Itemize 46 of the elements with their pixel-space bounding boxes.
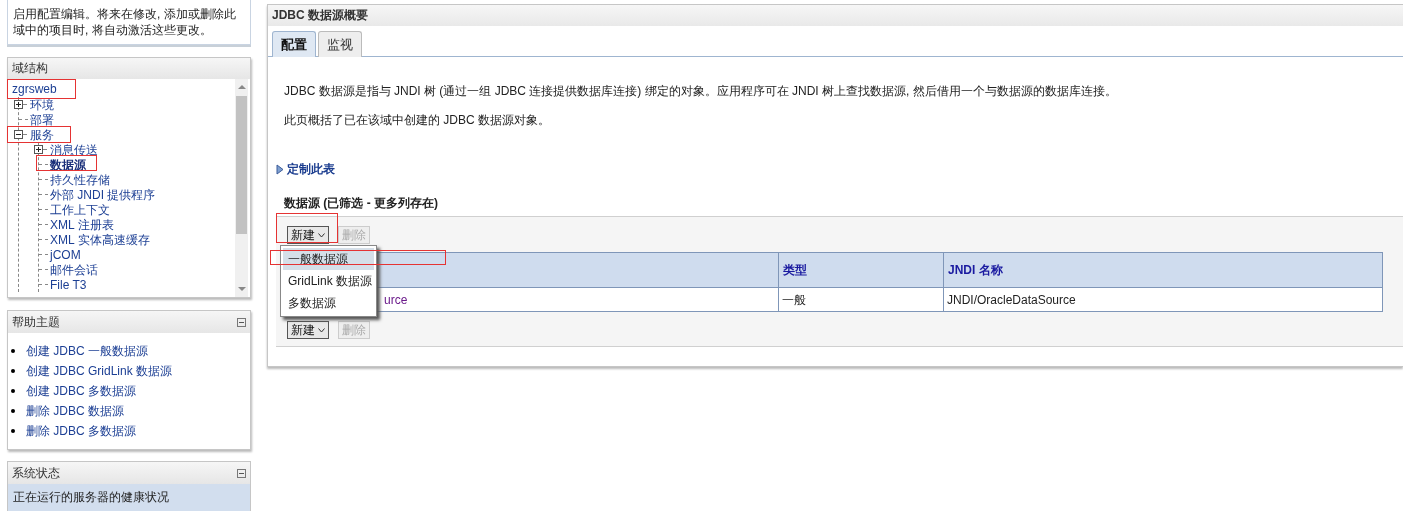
- description-text: JDBC 数据源是指与 JNDI 树 (通过一组 JDBC 连接提供数据库连接) 绑定的对象。应用程序可在 JNDI 树上查找数据源, 然后借用一个与数据源的数据库连接。: [284, 83, 1118, 99]
- bullet-icon: [11, 389, 15, 393]
- panel-title: 域结构: [8, 58, 250, 79]
- table-title: 数据源 (已筛选 - 更多列存在): [284, 195, 439, 212]
- page-title: JDBC 数据源概要: [268, 5, 1403, 26]
- column-header[interactable]: JNDI 名称: [943, 252, 1383, 288]
- scrollbar-thumb[interactable]: [236, 96, 247, 234]
- help-link[interactable]: 创建 JDBC 一般数据源: [26, 342, 148, 360]
- caret-icon: [318, 327, 325, 333]
- table-cell: JNDI/OracleDataSource: [943, 287, 1383, 312]
- bullet-icon: [11, 369, 15, 373]
- expander-minus-icon[interactable]: [14, 130, 23, 139]
- scrollbar[interactable]: [235, 79, 248, 297]
- bullet-icon: [11, 429, 15, 433]
- collapse-icon[interactable]: [237, 317, 246, 327]
- tab[interactable]: 监视: [318, 31, 362, 57]
- panel-title: 帮助主题: [12, 314, 60, 331]
- expander-plus-icon[interactable]: [14, 100, 23, 109]
- expander-plus-icon[interactable]: [34, 145, 43, 154]
- annotation-rectangle: [7, 79, 76, 99]
- scroll-up-icon[interactable]: [237, 85, 246, 89]
- tree-item[interactable]: File T3: [50, 275, 87, 294]
- annotation-rectangle: [7, 126, 71, 143]
- help-link[interactable]: 删除 JDBC 多数据源: [26, 422, 136, 440]
- bullet-icon: [11, 349, 15, 353]
- status-text: 正在运行的服务器的健康状况: [13, 490, 169, 504]
- description-text: 此页概括了已在该域中创建的 JDBC 数据源对象。: [284, 112, 551, 128]
- scroll-down-icon[interactable]: [237, 287, 246, 291]
- annotation-rectangle: [36, 155, 97, 171]
- table-cell: 一般: [778, 287, 944, 312]
- help-link[interactable]: 创建 JDBC GridLink 数据源: [26, 362, 173, 380]
- expand-triangle-icon[interactable]: [276, 163, 284, 175]
- caret-icon: [318, 232, 325, 238]
- annotation-rectangle: [276, 213, 338, 243]
- tree-root-item[interactable]: zgrsweb: [12, 81, 235, 97]
- collapse-icon[interactable]: [237, 468, 246, 478]
- menu-item[interactable]: 多数据源: [283, 292, 374, 314]
- tab[interactable]: 配置: [272, 31, 316, 57]
- bullet-icon: [11, 409, 15, 413]
- column-header[interactable]: 类型: [778, 252, 944, 288]
- help-link[interactable]: 创建 JDBC 多数据源: [26, 382, 136, 400]
- help-link[interactable]: 删除 JDBC 数据源: [26, 402, 124, 420]
- panel-title: 系统状态: [12, 465, 60, 482]
- notice-text: 启用配置编辑。将来在修改, 添加或删除此域中的项目时, 将自动激活这些更改。: [13, 6, 237, 38]
- new-menu-button[interactable]: 新建: [287, 321, 329, 339]
- customize-table-link[interactable]: 定制此表: [287, 160, 335, 178]
